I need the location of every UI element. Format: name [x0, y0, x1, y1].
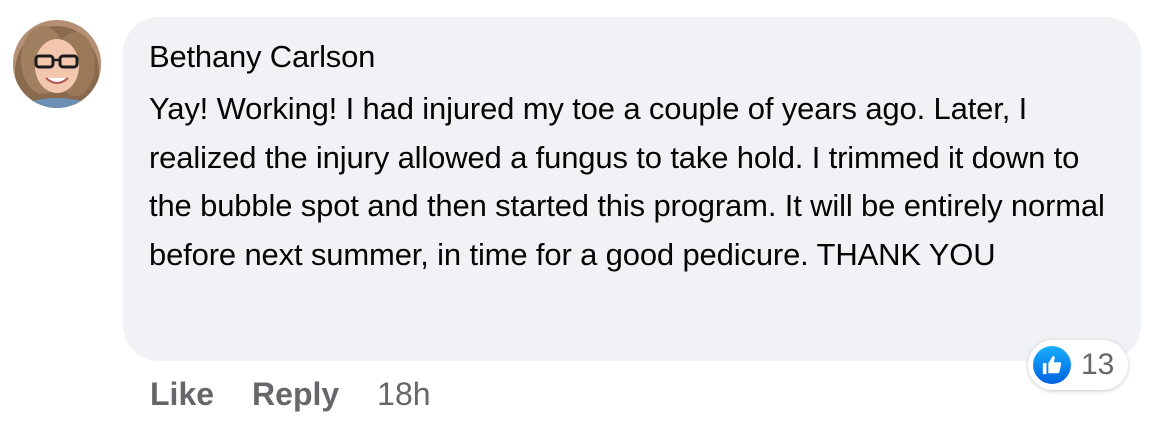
comment-author[interactable]: Bethany Carlson [149, 38, 1115, 76]
comment-text: Yay! Working! I had injured my toe a cou… [149, 91, 1105, 272]
reaction-count: 13 [1081, 348, 1115, 381]
reaction-summary[interactable]: 13 [1028, 340, 1129, 390]
profile-photo [13, 20, 101, 108]
reply-button[interactable]: Reply [252, 376, 339, 413]
comment-timestamp[interactable]: 18h [377, 376, 430, 413]
like-button[interactable]: Like [150, 376, 214, 413]
comment-actions: Like Reply 18h [150, 376, 431, 413]
thumbs-up-icon [1033, 346, 1071, 384]
avatar[interactable] [13, 20, 101, 108]
comment-bubble: Bethany Carlson Yay! Working! I had inju… [123, 17, 1141, 361]
